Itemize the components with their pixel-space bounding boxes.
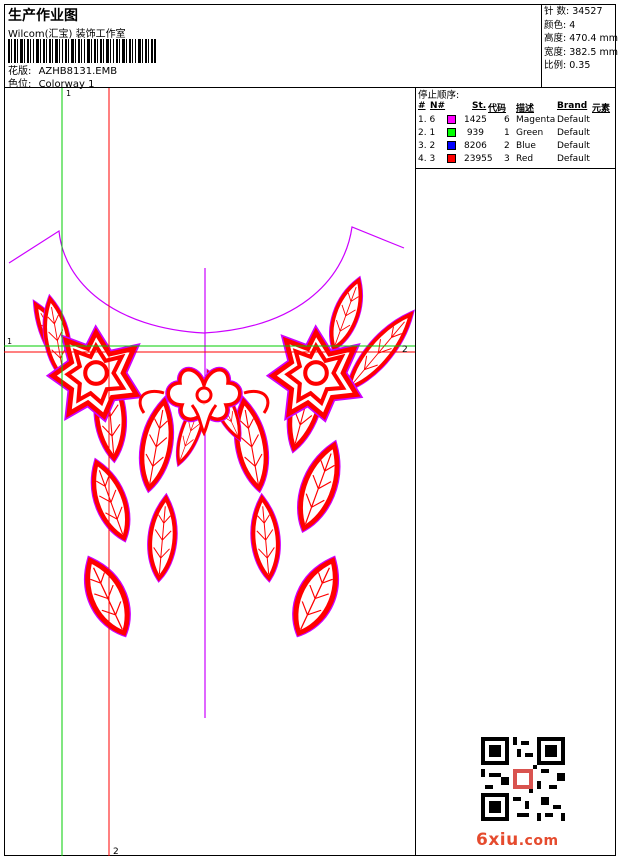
col-hash: #	[418, 101, 426, 111]
table-row[interactable]: 3. 2 8206 2 Blue Default	[416, 141, 617, 154]
panel-divider	[415, 169, 416, 856]
stop-sequence-table: 停止顺序: # N# St. 代码 描述 Brand 元素 1. 6 1425 …	[415, 88, 616, 169]
col-element: 元素	[592, 104, 611, 114]
col-description: 描述	[516, 104, 535, 114]
spec-colors: 颜色: 4	[544, 19, 576, 31]
color-swatch	[447, 141, 456, 150]
guide-label-red-bottom: 2	[113, 847, 119, 856]
qr-code	[481, 737, 565, 821]
barcode	[8, 39, 156, 63]
table-row[interactable]: 4. 3 23955 3 Red Default	[416, 154, 617, 167]
color-swatch	[447, 128, 456, 137]
guide-label-green-left: 1	[7, 337, 12, 346]
page-title: 生产作业图	[8, 8, 78, 24]
spec-scale: 比例: 0.35	[544, 60, 591, 71]
spec-height: 高度: 470.4 mm	[544, 33, 618, 44]
col-stitches: St.	[472, 101, 487, 111]
color-swatch	[447, 115, 456, 124]
company-name: Wilcom(汇宝) 装饰工作室	[8, 29, 126, 40]
right-leaf-cluster	[201, 277, 415, 640]
watermark-logo: 6xiu.com	[476, 830, 559, 850]
col-brand: Brand	[557, 101, 588, 111]
table-row[interactable]: 1. 6 1425 6 Magenta Default	[416, 115, 617, 128]
col-code: 代码	[488, 104, 507, 114]
right-flower	[273, 333, 357, 417]
table-title: 停止顺序:	[418, 90, 460, 101]
guide-label-red-right: 2	[402, 345, 408, 355]
color-swatch	[447, 154, 456, 163]
col-number: N#	[430, 101, 446, 111]
spec-width: 宽度: 382.5 mm	[544, 46, 618, 58]
design-canvas[interactable]: 1 1 2 2	[4, 88, 415, 856]
table-row[interactable]: 2. 1 939 1 Green Default	[416, 128, 617, 141]
specs-panel: 针 数: 34527 颜色: 4 高度: 470.4 mm 宽度: 382.5 …	[541, 4, 618, 88]
spec-stitches: 针 数: 34527	[544, 6, 603, 17]
guide-label-green-top: 1	[66, 89, 71, 98]
header: 生产作业图 Wilcom(汇宝) 装饰工作室 花版: AZHB8131.EMB …	[4, 4, 618, 90]
